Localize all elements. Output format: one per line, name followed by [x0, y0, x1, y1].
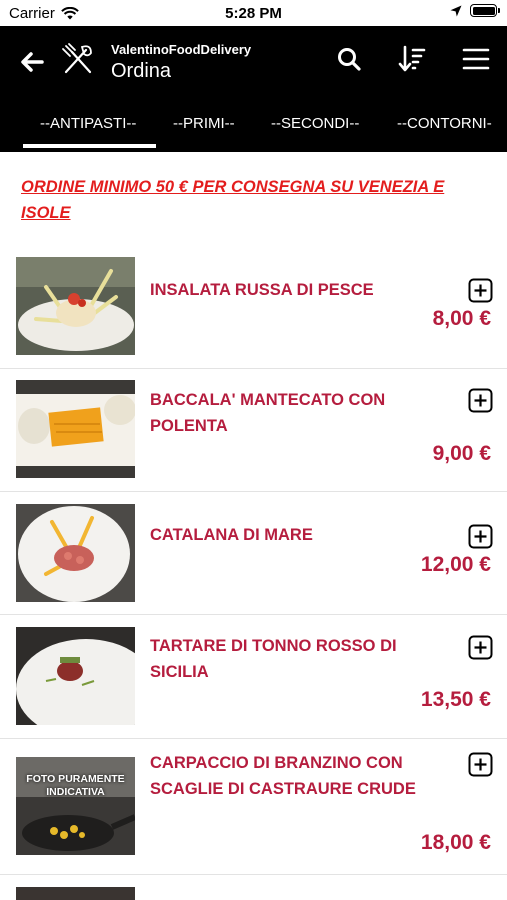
battery-icon	[470, 4, 500, 17]
add-to-cart-icon[interactable]	[468, 278, 493, 303]
add-to-cart-icon[interactable]	[468, 524, 493, 549]
product-image: FOTO PURAMENTE INDICATIVA	[16, 757, 135, 855]
product-price: 9,00 €	[432, 442, 491, 465]
page-title: Ordina	[111, 60, 172, 82]
product-price: 8,00 €	[432, 307, 491, 330]
image-disclaimer: FOTO PURAMENTE INDICATIVA	[26, 773, 125, 798]
add-to-cart-icon[interactable]	[468, 388, 493, 413]
product-name: INSALATA RUSSA DI PESCE	[150, 281, 374, 299]
product-image	[16, 504, 135, 602]
product-price: 12,00 €	[420, 553, 491, 576]
status-bar: Carrier 5:28 PM	[0, 0, 507, 26]
product-name: TARTARE DI TONNO ROSSO DI SICILIA	[150, 637, 397, 681]
tab-secondi[interactable]: --SECONDI--	[271, 112, 359, 152]
add-to-cart-icon[interactable]	[468, 752, 493, 777]
minimum-order-notice[interactable]: ORDINE MINIMO 50 € PER CONSEGNA SU VENEZ…	[21, 174, 491, 226]
product-name: BACCALA' MANTECATO CON POLENTA	[150, 391, 386, 435]
product-row[interactable]: FOTO PURAMENTE INDICATIVA CARPACCIO DI B…	[0, 739, 507, 875]
product-image	[16, 887, 135, 900]
product-image	[16, 627, 135, 725]
product-name: CATALANA DI MARE	[150, 526, 313, 544]
app-header: ValentinoFoodDelivery Ordina --ANTIPASTI…	[0, 26, 507, 152]
fork-knife-logo-icon	[62, 43, 92, 74]
product-image	[16, 380, 135, 478]
sort-icon[interactable]	[397, 44, 427, 74]
product-price: 18,00 €	[420, 831, 491, 854]
product-row[interactable]: CATALANA DI MARE 12,00 €	[0, 492, 507, 615]
search-icon[interactable]	[334, 44, 364, 74]
back-arrow-icon[interactable]	[18, 48, 46, 76]
product-photo	[16, 757, 135, 855]
add-to-cart-icon[interactable]	[468, 635, 493, 660]
product-image	[16, 257, 135, 355]
clock: 5:28 PM	[225, 5, 282, 22]
hamburger-menu-icon[interactable]	[461, 44, 491, 74]
tab-primi[interactable]: --PRIMI--	[173, 112, 235, 152]
product-price: 13,50 €	[420, 688, 491, 711]
product-name: CARPACCIO DI BRANZINO CON SCAGLIE DI CAS…	[150, 754, 416, 798]
product-row[interactable]: INSALATA RUSSA DI PESCE 8,00 €	[0, 245, 507, 369]
product-row[interactable]: BACCALA' MANTECATO CON POLENTA 9,00 €	[0, 369, 507, 492]
tab-contorni[interactable]: --CONTORNI-	[397, 112, 492, 152]
product-row[interactable]: TARTARE DI TONNO ROSSO DI SICILIA 13,50 …	[0, 615, 507, 739]
location-arrow-icon	[450, 5, 462, 16]
product-row[interactable]	[0, 875, 507, 900]
active-tab-indicator	[23, 144, 156, 148]
app-name: ValentinoFoodDelivery	[111, 42, 252, 57]
